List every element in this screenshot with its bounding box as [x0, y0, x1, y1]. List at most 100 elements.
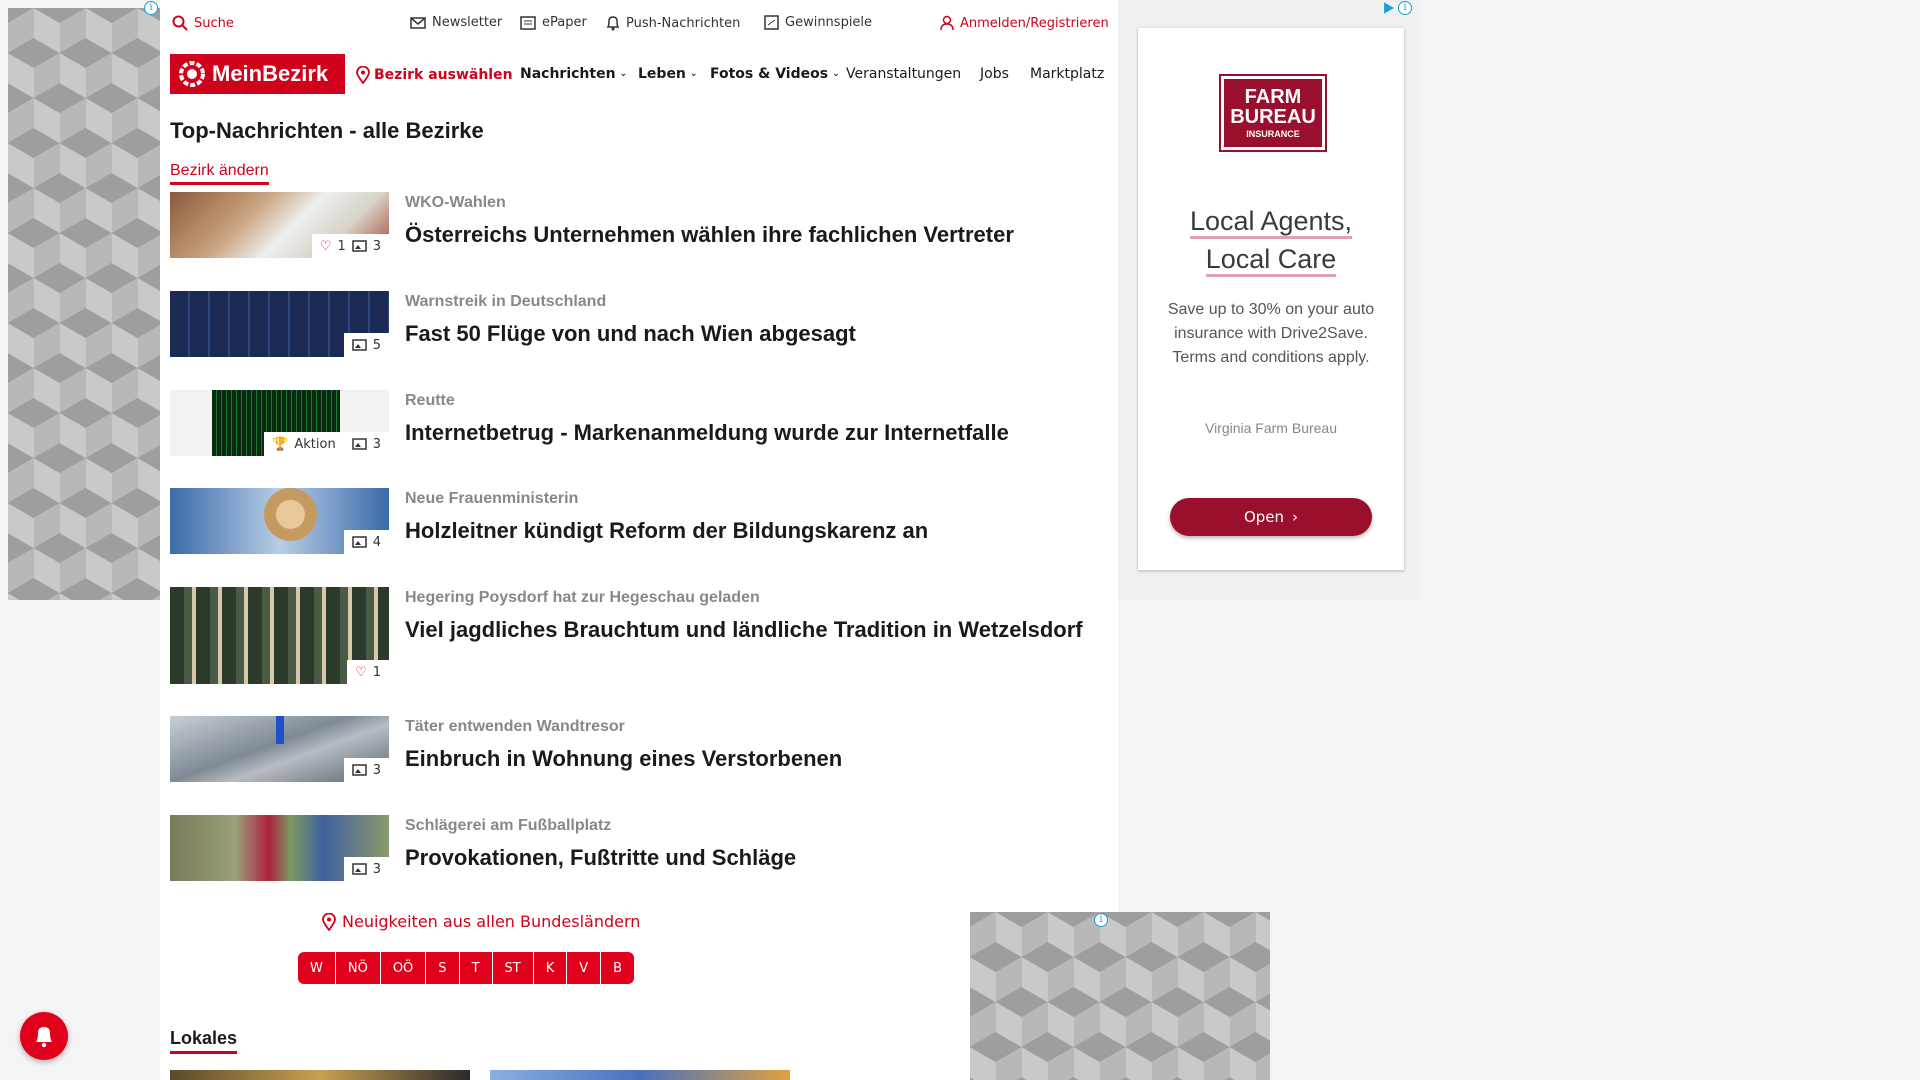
nav-fotos-label: Fotos & Videos [710, 66, 829, 82]
login-link[interactable]: Anmelden/Registrieren [940, 15, 1109, 31]
bell-icon [606, 16, 620, 31]
gallery-icon [351, 240, 367, 252]
article-headline[interactable]: Fast 50 Flüge von und nach Wien abgesagt [405, 319, 1105, 349]
push-label: Push-Nachrichten [626, 15, 741, 31]
ad-card[interactable]: FARM BUREAU INSURANCE Local Agents, Loca… [1138, 28, 1404, 570]
newsletter-label: Newsletter [432, 15, 503, 30]
nav-veranstaltungen[interactable]: Veranstaltungen [846, 66, 961, 82]
content-ad-banner[interactable] [970, 912, 1270, 1080]
article-thumbnail[interactable]: 3 [170, 716, 389, 782]
gallery-icon [351, 863, 367, 875]
ad-headline-line-1: Local Agents, [1189, 206, 1353, 239]
state-button[interactable]: OÖ [381, 952, 427, 984]
gallery-icon [351, 339, 367, 351]
bundeslaender-link[interactable]: Neuigkeiten aus allen Bundesländern [322, 912, 640, 931]
bezirk-aendern-link[interactable]: Bezirk ändern [170, 162, 269, 185]
farm-bureau-logo: FARM BUREAU INSURANCE [1219, 74, 1327, 152]
article-headline[interactable]: Holzleitner kündigt Reform der Bildungsk… [405, 516, 1105, 546]
lokales-thumbnail[interactable] [490, 1070, 790, 1080]
gewinnspiele-link[interactable]: Gewinnspiele [764, 15, 872, 30]
ad-info-icon[interactable]: i [1398, 1, 1412, 15]
logo-text: MeinBezirk [212, 61, 329, 86]
page-title: Top-Nachrichten - alle Bezirke [170, 118, 484, 143]
image-count: 3 [372, 762, 381, 778]
article-headline[interactable]: Provokationen, Fußtritte und Schläge [405, 843, 1105, 873]
article-thumbnail[interactable]: 3 [170, 815, 389, 881]
newsletter-link[interactable]: Newsletter [410, 15, 502, 30]
bezirk-select-label: Bezirk auswählen [374, 67, 513, 83]
bezirk-select[interactable]: Bezirk auswählen [356, 66, 513, 84]
nav-nachrichten-label: Nachrichten [520, 66, 616, 82]
article-thumbnail[interactable]: 5 [170, 291, 389, 357]
state-buttons: W NÖ OÖ S T ST K V B [298, 952, 635, 984]
article-thumbnail[interactable]: ♡ 1 [170, 587, 389, 684]
image-count: 3 [372, 436, 381, 452]
search-icon [172, 15, 188, 31]
sidebar-ad[interactable]: i FARM BUREAU INSURANCE Local Agents, Lo… [1118, 0, 1420, 600]
chevron-down-icon: ⌄ [619, 69, 628, 79]
nav-fotos-videos[interactable]: Fotos & Videos ⌄ [710, 66, 840, 82]
blue-light-image [276, 716, 284, 744]
nav-jobs[interactable]: Jobs [980, 66, 1009, 82]
article-badge: 5 [343, 333, 389, 357]
state-button[interactable]: T [460, 952, 493, 984]
article-thumbnail[interactable]: 4 [170, 488, 389, 554]
nav-nachrichten[interactable]: Nachrichten ⌄ [520, 66, 627, 82]
state-button[interactable]: NÖ [336, 952, 381, 984]
trophy-icon: 🏆 [272, 436, 289, 452]
image-count: 4 [372, 534, 381, 550]
image-count: 5 [372, 337, 381, 353]
state-button[interactable]: ST [493, 952, 534, 984]
article-thumbnail[interactable]: ♡ 1 3 [170, 192, 389, 258]
gewinnspiele-label: Gewinnspiele [785, 15, 873, 30]
nav-leben[interactable]: Leben ⌄ [638, 66, 697, 82]
article-badge: 3 [343, 857, 389, 881]
article-headline[interactable]: Internetbetrug - Markenanmeldung wurde z… [405, 418, 1105, 448]
ad-info-icon[interactable]: i [1094, 913, 1108, 927]
article-badge: 4 [343, 530, 389, 554]
epaper-link[interactable]: ePaper [520, 15, 587, 30]
article-thumbnail[interactable]: 🏆 Aktion 3 [170, 390, 389, 456]
bundeslaender-label: Neuigkeiten aus allen Bundesländern [342, 912, 641, 931]
site-logo[interactable]: MeinBezirk [170, 54, 345, 94]
search-link[interactable]: Suche [172, 15, 234, 31]
logo-line-2: BUREAU [1230, 106, 1316, 128]
state-button[interactable]: K [534, 952, 568, 984]
likes-count: 1 [372, 664, 381, 680]
state-button[interactable]: V [567, 952, 602, 984]
image-count: 3 [372, 861, 381, 877]
ad-open-button[interactable]: Open › [1170, 498, 1372, 536]
push-link[interactable]: Push-Nachrichten [606, 15, 740, 31]
nav-veranstaltungen-label: Veranstaltungen [846, 66, 962, 82]
nav-marktplatz[interactable]: Marktplatz [1030, 66, 1112, 82]
state-button[interactable]: B [601, 952, 634, 984]
nav-marktplatz-label: Marktplatz [1030, 66, 1105, 82]
nav-jobs-label: Jobs [980, 66, 1009, 82]
logo-line-1: FARM [1244, 86, 1302, 108]
location-pin-icon [322, 912, 336, 931]
likes-count: 1 [337, 238, 346, 254]
ad-info-icon[interactable]: i [144, 1, 158, 15]
article-kicker: Täter entwenden Wandtresor [405, 718, 625, 735]
state-button[interactable]: S [426, 952, 460, 984]
nav-leben-label: Leben [638, 66, 686, 82]
article-headline[interactable]: Einbruch in Wohnung eines Verstorbenen [405, 744, 1105, 774]
article-kicker: WKO-Wahlen [405, 194, 506, 211]
lokales-thumbnail[interactable] [170, 1070, 470, 1080]
logo-icon [179, 61, 205, 87]
adchoices-icon[interactable] [1384, 2, 1394, 14]
gallery-icon [351, 764, 367, 776]
state-button[interactable]: W [298, 952, 336, 984]
article-headline[interactable]: Viel jagdliches Brauchtum und ländliche … [405, 615, 1105, 645]
gift-icon [764, 15, 779, 30]
ad-headline[interactable]: Local Agents, Local Care [1138, 202, 1404, 278]
chevron-down-icon: ⌄ [832, 69, 840, 79]
logo-line-3: INSURANCE [1246, 129, 1300, 139]
article-headline[interactable]: Österreichs Unternehmen wählen ihre fach… [405, 220, 1105, 250]
login-label: Anmelden/Registrieren [960, 15, 1109, 31]
left-ad-banner[interactable] [8, 8, 160, 600]
article-tag: Aktion [294, 436, 336, 452]
location-pin-icon [356, 66, 370, 84]
user-icon [940, 15, 954, 31]
notification-bell-button[interactable] [20, 1012, 68, 1060]
